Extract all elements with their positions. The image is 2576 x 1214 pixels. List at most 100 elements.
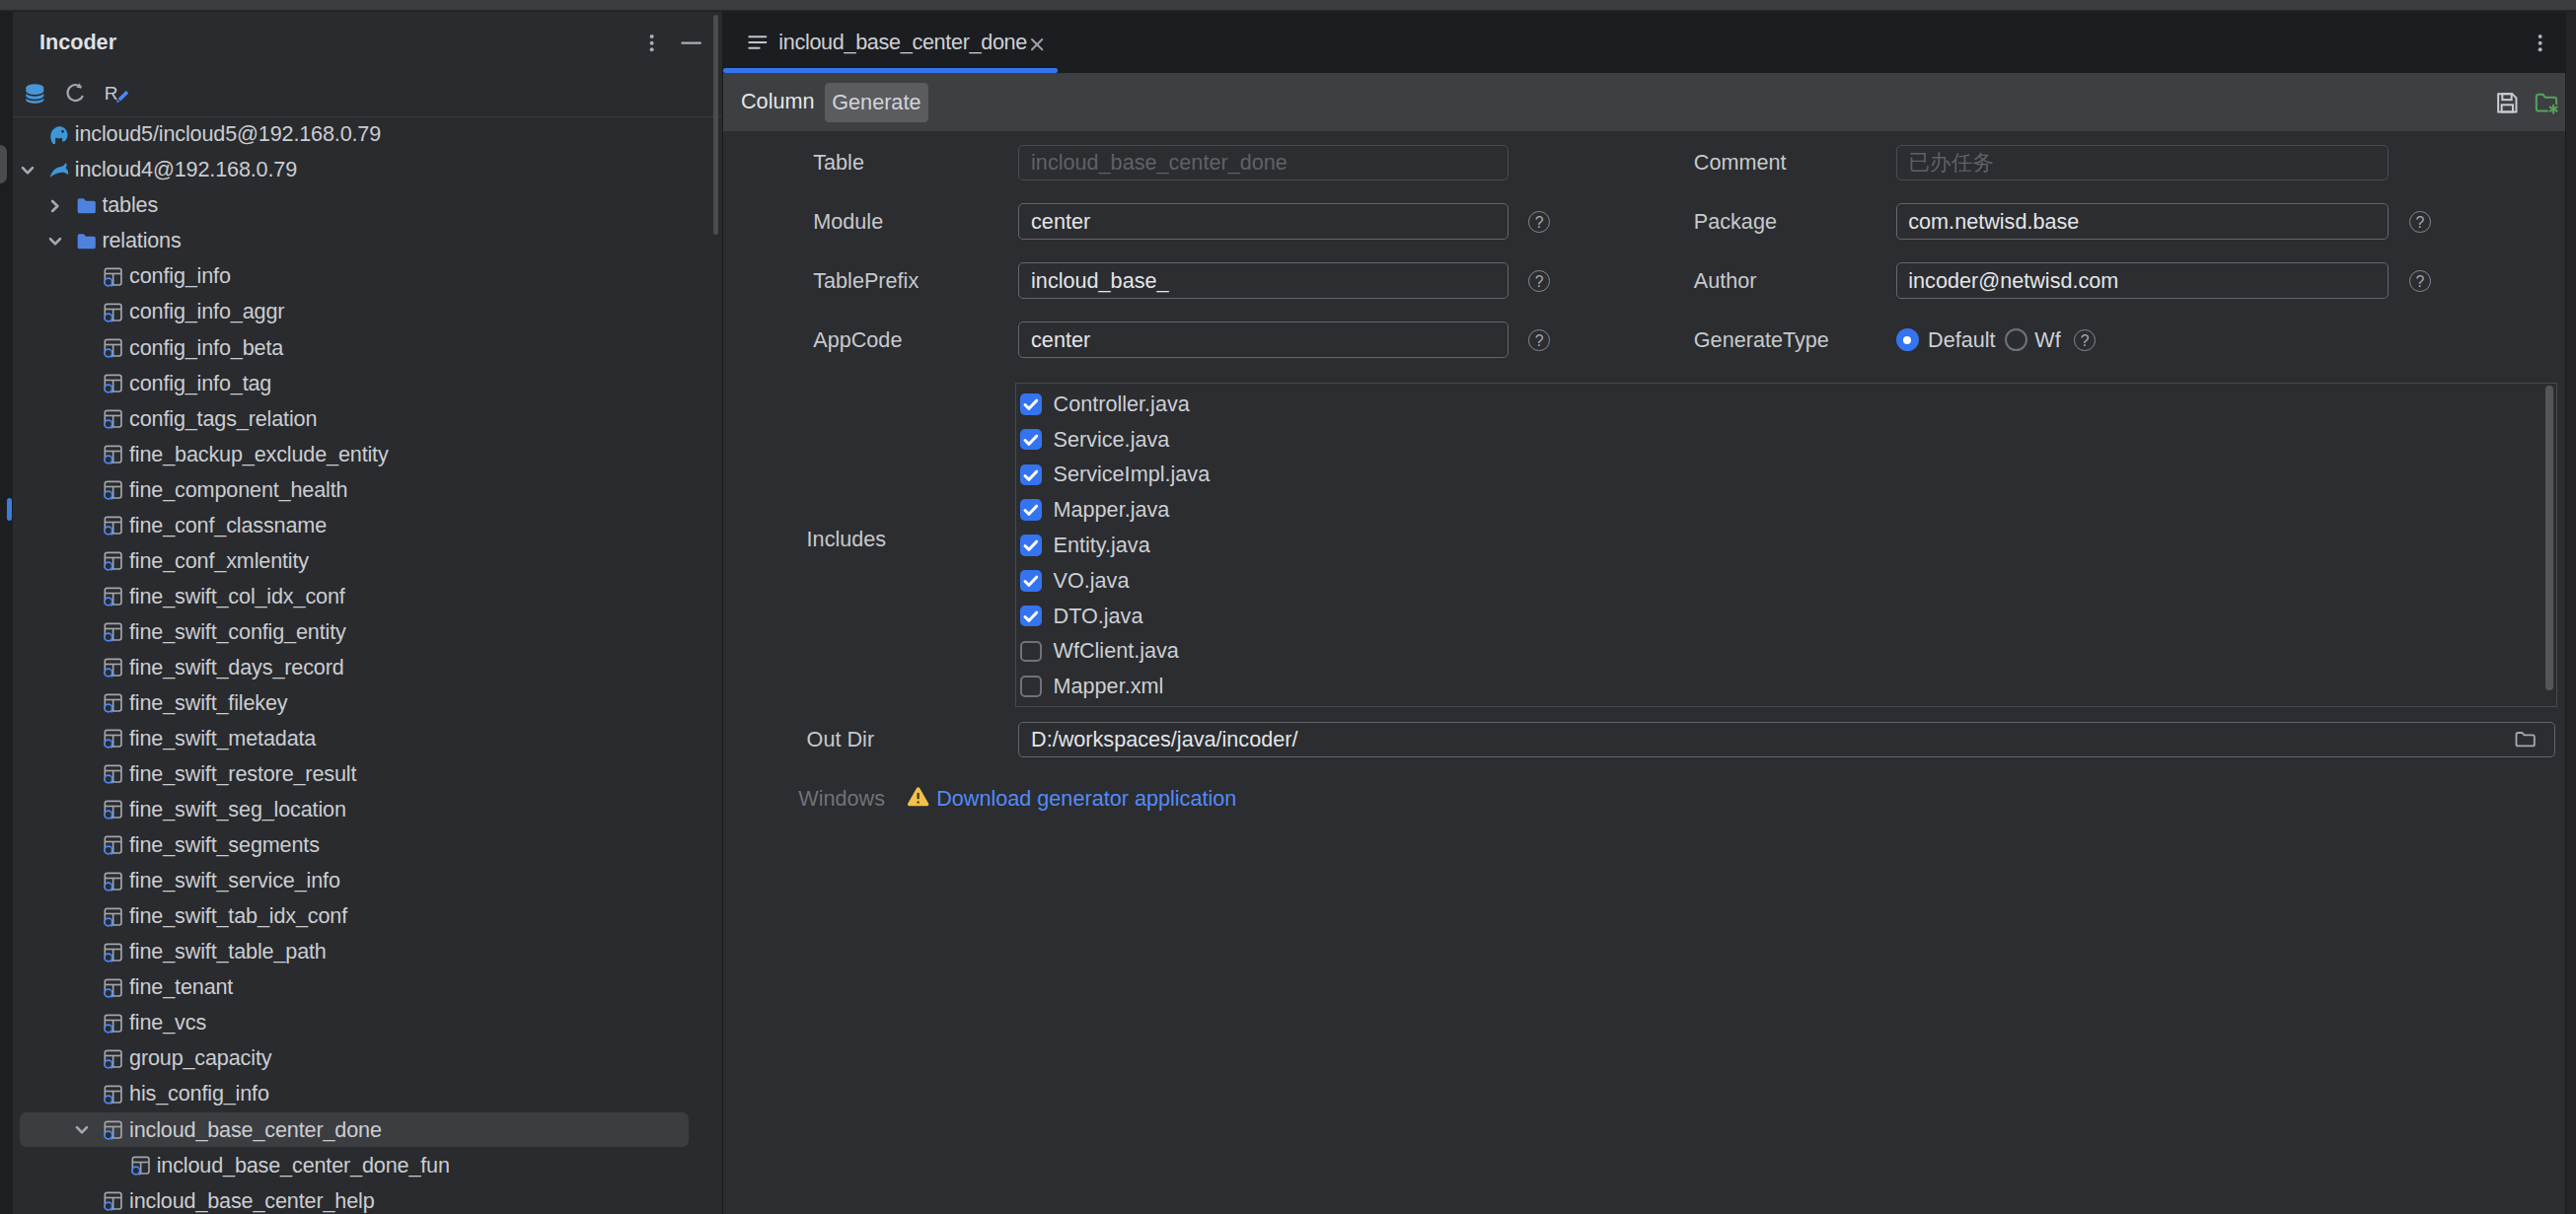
include-option-DTO.java[interactable]: DTO.java — [1020, 599, 1142, 634]
radio-wf-label: Wf — [2034, 325, 2060, 355]
tree-item-incloud_base_center_done[interactable]: incloud_base_center_done — [13, 1112, 720, 1148]
module-help-icon[interactable]: ? — [1528, 211, 1550, 233]
tree-item-fine_swift_tab_idx_conf[interactable]: fine_swift_tab_idx_conf — [13, 898, 720, 934]
generate-tab-button[interactable]: Generate — [825, 83, 928, 122]
tree-item-group_capacity[interactable]: group_capacity — [13, 1040, 720, 1076]
include-option-Entity.java[interactable]: Entity.java — [1020, 528, 1149, 563]
tree-item-config_info_aggr[interactable]: config_info_aggr — [13, 294, 720, 329]
author-input[interactable] — [1896, 262, 2390, 299]
tree-item-label: config_tags_relation — [129, 401, 317, 437]
tree-item-fine_conf_xmlentity[interactable]: fine_conf_xmlentity — [13, 543, 720, 579]
author-help-icon[interactable]: ? — [2409, 270, 2431, 292]
tab-close-icon[interactable] — [1028, 34, 1046, 51]
table-icon — [102, 656, 124, 678]
tree-item-fine_swift_service_info[interactable]: fine_swift_service_info — [13, 863, 720, 898]
checkbox-unchecked[interactable] — [1020, 641, 1042, 663]
module-input[interactable] — [1018, 203, 1508, 240]
tree-item-incloud4@192.168.0.79[interactable]: incloud4@192.168.0.79 — [13, 152, 720, 187]
column-tab-button[interactable]: Column — [741, 73, 815, 130]
include-option-Service.java[interactable]: Service.java — [1020, 422, 1169, 458]
tree-item-label: incloud5/incloud5@192.168.0.79 — [75, 116, 381, 152]
tree-item-fine_swift_config_entity[interactable]: fine_swift_config_entity — [13, 614, 720, 650]
tree-item-fine_swift_days_record[interactable]: fine_swift_days_record — [13, 650, 720, 685]
tree-item-incloud5/incloud5@192.168.0.79[interactable]: incloud5/incloud5@192.168.0.79 — [13, 116, 720, 152]
include-option-Mapper.java[interactable]: Mapper.java — [1020, 492, 1169, 528]
comment-label: Comment — [1694, 148, 1787, 178]
outdir-browse-folder-icon[interactable] — [2514, 728, 2537, 750]
tree-item-relations[interactable]: relations — [13, 223, 720, 258]
checkbox-checked[interactable] — [1020, 535, 1042, 556]
tree-item-fine_vcs[interactable]: fine_vcs — [13, 1005, 720, 1040]
generatetype-help-icon[interactable]: ? — [2074, 329, 2096, 351]
package-help-icon[interactable]: ? — [2409, 211, 2431, 233]
tab-incloud-base-center-done[interactable]: incloud_base_center_done — [723, 12, 1059, 73]
appcode-help-icon[interactable]: ? — [1528, 329, 1550, 351]
download-generator-link[interactable]: Download generator application — [936, 784, 1236, 814]
tree-item-fine_swift_filekey[interactable]: fine_swift_filekey — [13, 685, 720, 721]
checkbox-checked[interactable] — [1020, 606, 1042, 627]
checkbox-checked[interactable] — [1020, 464, 1042, 486]
tab-options-icon[interactable] — [2529, 32, 2551, 54]
table-input[interactable] — [1018, 145, 1508, 181]
tree-item-fine_swift_seg_location[interactable]: fine_swift_seg_location — [13, 792, 720, 827]
table-icon — [102, 620, 124, 643]
tree-item-config_info_tag[interactable]: config_info_tag — [13, 366, 720, 401]
tree-item-label: fine_component_health — [129, 472, 347, 508]
tree-item-fine_swift_col_idx_conf[interactable]: fine_swift_col_idx_conf — [13, 579, 720, 614]
tree-item-tables[interactable]: tables — [13, 187, 720, 223]
window-top-strip — [0, 0, 2576, 12]
save-icon[interactable] — [2494, 90, 2521, 116]
tree-item-fine_backup_exclude_entity[interactable]: fine_backup_exclude_entity — [13, 437, 720, 472]
include-option-ServiceImpl.java[interactable]: ServiceImpl.java — [1020, 458, 1210, 493]
more-options-icon[interactable] — [640, 32, 663, 54]
tree-item-fine_conf_classname[interactable]: fine_conf_classname — [13, 508, 720, 543]
tree-item-his_config_info[interactable]: his_config_info — [13, 1076, 720, 1111]
checkbox-unchecked[interactable] — [1020, 676, 1042, 697]
tree-item-fine_swift_metadata[interactable]: fine_swift_metadata — [13, 721, 720, 756]
tableprefix-input[interactable] — [1018, 262, 1508, 299]
stripe-notch[interactable] — [0, 145, 7, 184]
tool-window-toolbar: R — [13, 72, 721, 117]
generate-folder-icon[interactable] — [2534, 90, 2560, 116]
chevron-down-icon[interactable] — [45, 232, 65, 251]
include-option-Controller.java[interactable]: Controller.java — [1020, 387, 1190, 422]
minimize-icon[interactable] — [680, 32, 702, 54]
chevron-down-icon[interactable] — [72, 1120, 92, 1140]
tableprefix-help-icon[interactable]: ? — [1528, 270, 1550, 292]
radio-wf[interactable] — [2005, 328, 2027, 351]
table-icon — [102, 1189, 124, 1212]
comment-input[interactable] — [1896, 145, 2390, 181]
tree-item-fine_tenant[interactable]: fine_tenant — [13, 969, 720, 1005]
tree-item-incloud_base_center_help[interactable]: incloud_base_center_help — [13, 1183, 720, 1214]
checkbox-checked[interactable] — [1020, 499, 1042, 521]
rename-icon[interactable]: R — [104, 81, 130, 107]
refresh-icon[interactable] — [62, 81, 89, 107]
appcode-input[interactable] — [1018, 321, 1508, 358]
tree-item-config_tags_relation[interactable]: config_tags_relation — [13, 401, 720, 437]
checkbox-checked[interactable] — [1020, 429, 1042, 451]
outdir-input[interactable] — [1018, 722, 2555, 758]
checkbox-checked[interactable] — [1020, 393, 1042, 415]
checkbox-checked[interactable] — [1020, 570, 1042, 592]
tree-item-fine_swift_restore_result[interactable]: fine_swift_restore_result — [13, 756, 720, 792]
svg-text:R: R — [105, 83, 118, 104]
include-option-VO.java[interactable]: VO.java — [1020, 563, 1129, 599]
tree-scrollbar[interactable] — [713, 15, 718, 235]
database-icon[interactable] — [22, 81, 48, 107]
tree-item-label: fine_swift_filekey — [129, 685, 287, 721]
tree-item-fine_swift_table_path[interactable]: fine_swift_table_path — [13, 934, 720, 969]
include-option-WfClient.java[interactable]: WfClient.java — [1020, 634, 1179, 670]
tree-item-fine_component_health[interactable]: fine_component_health — [13, 472, 720, 508]
chevron-right-icon[interactable] — [45, 196, 65, 216]
module-label: Module — [813, 207, 883, 237]
includes-scrollbar[interactable] — [2545, 386, 2553, 689]
include-option-Mapper.xml[interactable]: Mapper.xml — [1020, 669, 1163, 704]
tree-item-fine_swift_segments[interactable]: fine_swift_segments — [13, 827, 720, 863]
package-input[interactable] — [1896, 203, 2390, 240]
chevron-down-icon[interactable] — [18, 161, 37, 180]
radio-default[interactable] — [1896, 328, 1919, 351]
tree-item-config_info_beta[interactable]: config_info_beta — [13, 330, 720, 366]
tree-item-config_info[interactable]: config_info — [13, 258, 720, 294]
table-icon — [102, 336, 124, 359]
tree-item-incloud_base_center_done_fun[interactable]: incloud_base_center_done_fun — [13, 1148, 720, 1183]
